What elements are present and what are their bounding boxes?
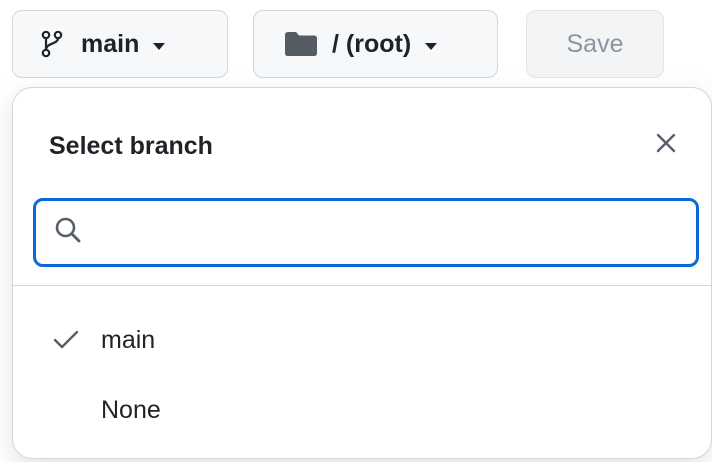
pages-source-settings: main / (root) Save Select branch main No… xyxy=(0,0,712,462)
menu-title: Select branch xyxy=(49,132,213,160)
save-button[interactable]: Save xyxy=(526,10,664,78)
branch-search-input[interactable] xyxy=(94,211,696,254)
menu-divider xyxy=(13,285,711,286)
select-branch-menu: Select branch main None xyxy=(12,87,712,459)
search-icon xyxy=(54,216,82,249)
folder-select-label: / (root) xyxy=(332,29,412,58)
close-button[interactable] xyxy=(649,128,683,162)
branch-select-label: main xyxy=(81,29,140,58)
branch-select-button[interactable]: main xyxy=(12,10,228,78)
branch-option-main[interactable]: main xyxy=(13,309,711,371)
save-button-label: Save xyxy=(566,29,624,58)
branch-option-none[interactable]: None xyxy=(13,379,711,441)
branch-option-label: None xyxy=(101,395,161,424)
folder-icon xyxy=(284,31,318,57)
git-branch-icon xyxy=(41,30,63,58)
chevron-down-icon xyxy=(153,42,166,50)
folder-select-button[interactable]: / (root) xyxy=(253,10,498,78)
check-icon xyxy=(13,330,101,350)
branch-option-label: main xyxy=(101,325,156,354)
branch-search-field[interactable] xyxy=(33,198,699,267)
close-icon xyxy=(655,132,677,159)
chevron-down-icon xyxy=(425,42,438,50)
